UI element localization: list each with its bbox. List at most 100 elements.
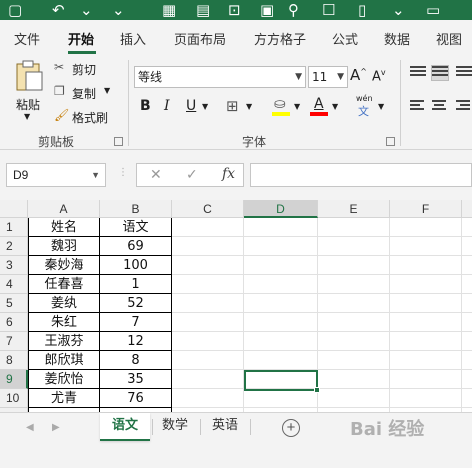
table-cell[interactable]: 姜纨 (28, 294, 100, 313)
grid-icon[interactable]: ▤ (196, 2, 210, 18)
table-cell[interactable]: 姓名 (28, 218, 100, 237)
font-size-select[interactable]: 11 ▼ (308, 66, 348, 88)
empty-cell[interactable] (390, 256, 462, 275)
borders-dropdown-icon[interactable]: ▼ (246, 102, 252, 111)
empty-cell[interactable] (172, 237, 244, 256)
table-cell[interactable]: 魏羽 (28, 237, 100, 256)
empty-cell[interactable] (244, 237, 318, 256)
empty-cell[interactable] (390, 294, 462, 313)
empty-cell[interactable] (172, 332, 244, 351)
tab-formulas[interactable]: 公式 (332, 29, 358, 48)
column-header-c[interactable]: C (172, 200, 244, 218)
table-cell[interactable]: 8 (100, 351, 172, 370)
row-header[interactable]: 6 (0, 313, 28, 332)
empty-cell[interactable] (462, 294, 472, 313)
align-middle-icon[interactable] (431, 65, 449, 81)
table-cell[interactable]: 语文 (100, 218, 172, 237)
row-header[interactable]: 4 (0, 275, 28, 294)
empty-cell[interactable] (172, 313, 244, 332)
empty-cell[interactable] (462, 370, 472, 389)
sheet-tab-english[interactable]: 英语 (202, 413, 248, 441)
empty-cell[interactable] (318, 389, 390, 408)
search-icon[interactable]: ⚲ (288, 2, 299, 18)
font-name-select[interactable]: 等线 ▼ (134, 66, 306, 88)
empty-cell[interactable] (462, 275, 472, 294)
empty-cell[interactable] (390, 370, 462, 389)
undo-icon[interactable]: ↶ (52, 2, 65, 18)
file-icon[interactable]: ▯ (358, 2, 366, 18)
tab-insert[interactable]: 插入 (120, 29, 146, 48)
empty-cell[interactable] (172, 351, 244, 370)
empty-cell[interactable] (462, 313, 472, 332)
table-cell[interactable]: 任春喜 (28, 275, 100, 294)
align-bottom-icon[interactable] (456, 66, 472, 80)
align-center-icon[interactable] (432, 100, 448, 114)
empty-cell[interactable] (172, 218, 244, 237)
empty-cell[interactable] (318, 332, 390, 351)
table-cell[interactable]: 秦妙海 (28, 256, 100, 275)
empty-cell[interactable] (244, 294, 318, 313)
empty-cell[interactable] (318, 275, 390, 294)
table-cell[interactable]: 52 (100, 294, 172, 313)
empty-cell[interactable] (244, 275, 318, 294)
cancel-icon[interactable]: ✕ (150, 166, 162, 183)
column-header-d[interactable]: D (244, 200, 318, 218)
empty-cell[interactable] (244, 332, 318, 351)
column-header-a[interactable]: A (28, 200, 100, 218)
chevron-down-icon[interactable]: ▼ (91, 164, 100, 186)
enter-icon[interactable]: ✓ (186, 166, 198, 183)
table-cell[interactable]: 尤青 (28, 389, 100, 408)
empty-cell[interactable] (462, 332, 472, 351)
select-all-corner[interactable] (0, 200, 28, 218)
copy-dropdown-icon[interactable]: ▼ (104, 86, 110, 95)
italic-button[interactable]: I (164, 98, 170, 114)
table-cell[interactable]: 郎欣琪 (28, 351, 100, 370)
font-launcher-icon[interactable] (386, 137, 395, 146)
tab-data[interactable]: 数据 (384, 29, 410, 48)
column-header-g[interactable] (462, 200, 472, 218)
row-header[interactable]: 1 (0, 218, 28, 237)
empty-cell[interactable] (390, 237, 462, 256)
empty-cell[interactable] (390, 275, 462, 294)
empty-cell[interactable] (318, 370, 390, 389)
copy-button[interactable]: ❐ 复制 ▼ (54, 84, 114, 102)
name-box[interactable]: D9 ▼ (6, 163, 106, 187)
empty-cell[interactable] (462, 256, 472, 275)
empty-cell[interactable] (390, 332, 462, 351)
empty-cell[interactable] (390, 351, 462, 370)
redo-icon[interactable]: ⌄ (112, 2, 125, 18)
bold-button[interactable]: B (140, 98, 151, 114)
font-color-dropdown-icon[interactable]: ▼ (332, 102, 338, 111)
empty-cell[interactable] (318, 237, 390, 256)
tab-view[interactable]: 视图 (436, 29, 462, 48)
empty-cell[interactable] (172, 294, 244, 313)
row-header[interactable]: 10 (0, 389, 28, 408)
shrink-font-button[interactable]: Av (372, 68, 386, 84)
empty-cell[interactable] (318, 256, 390, 275)
table-cell[interactable]: 王淑芬 (28, 332, 100, 351)
next-sheet-icon[interactable]: ▶ (52, 422, 60, 433)
customize-icon[interactable]: ⌄ (392, 2, 405, 18)
empty-cell[interactable] (318, 351, 390, 370)
table-cell[interactable]: 姜欣怡 (28, 370, 100, 389)
empty-cell[interactable] (390, 389, 462, 408)
fill-color-dropdown-icon[interactable]: ▼ (294, 102, 300, 111)
table-icon[interactable]: ▦ (162, 2, 176, 18)
empty-cell[interactable] (244, 256, 318, 275)
phonetic-button[interactable]: wén 文 (354, 94, 378, 120)
fill-color-button[interactable]: ⛀ (272, 96, 292, 118)
save-icon[interactable]: ▢ (8, 2, 22, 18)
empty-cell[interactable] (390, 313, 462, 332)
empty-cell[interactable] (318, 294, 390, 313)
table-cell[interactable]: 朱红 (28, 313, 100, 332)
table-cell[interactable]: 1 (100, 275, 172, 294)
empty-cell[interactable] (244, 389, 318, 408)
underline-dropdown-icon[interactable]: ▼ (202, 102, 208, 111)
active-cell-selection[interactable] (244, 370, 318, 391)
empty-cell[interactable] (318, 313, 390, 332)
table-cell[interactable]: 35 (100, 370, 172, 389)
empty-cell[interactable] (172, 256, 244, 275)
prev-sheet-icon[interactable]: ◀ (26, 422, 34, 433)
tab-home[interactable]: 开始 (68, 29, 94, 48)
empty-cell[interactable] (462, 237, 472, 256)
